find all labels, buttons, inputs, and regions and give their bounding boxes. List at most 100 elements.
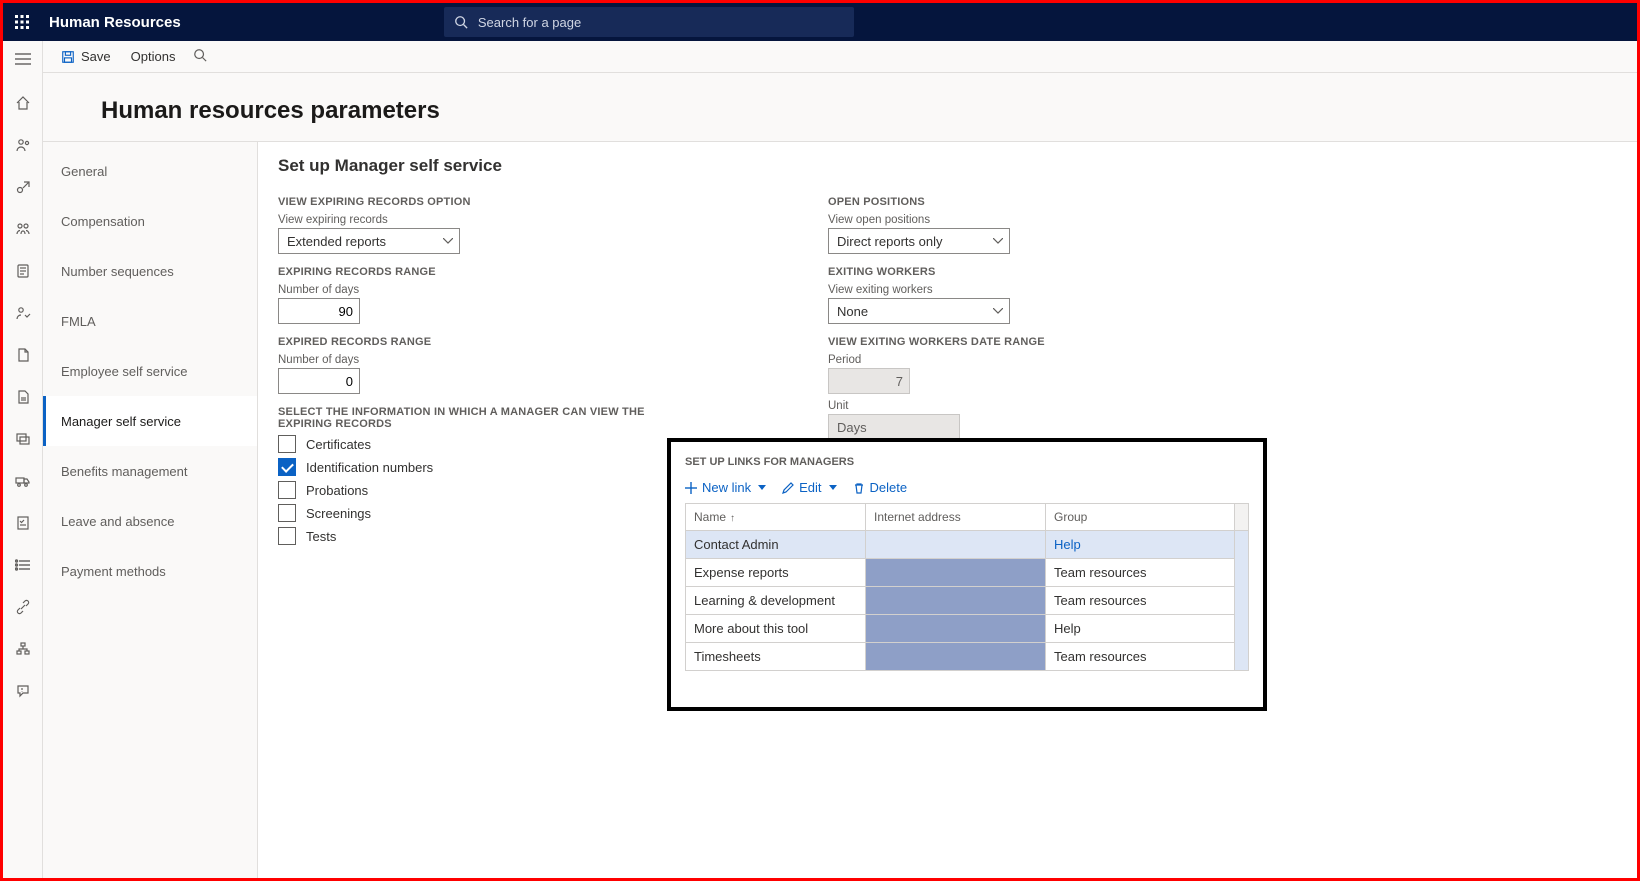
table-row[interactable]: Contact Admin Help: [686, 531, 1249, 559]
command-bar: Save Options: [43, 41, 1637, 73]
nav-checklist-icon[interactable]: [11, 511, 35, 535]
select-open-positions-value: Direct reports only: [837, 234, 942, 249]
nav-doc1-icon[interactable]: [11, 343, 35, 367]
section-expiring-range: EXPIRING RECORDS RANGE: [278, 266, 688, 278]
sidenav-manager-self-service[interactable]: Manager self service: [43, 396, 257, 446]
delete-link-label: Delete: [870, 480, 908, 495]
form-title: Set up Manager self service: [278, 156, 1617, 176]
section-view-expiring: VIEW EXPIRING RECORDS OPTION: [278, 196, 688, 208]
sidenav-employee-self-service[interactable]: Employee self service: [43, 346, 257, 396]
cell-address: [866, 559, 1046, 587]
table-row[interactable]: More about this tool Help: [686, 615, 1249, 643]
right-column: OPEN POSITIONS View open positions Direc…: [828, 190, 1045, 440]
nav-expand-button[interactable]: [11, 47, 35, 71]
select-open-positions[interactable]: Direct reports only: [828, 228, 1010, 254]
trash-icon: [853, 482, 865, 494]
col-internet-address[interactable]: Internet address: [866, 504, 1046, 531]
sidenav-number-sequences[interactable]: Number sequences: [43, 246, 257, 296]
nav-doc2-icon[interactable]: [11, 385, 35, 409]
links-for-managers-panel: SET UP LINKS FOR MANAGERS New link Edit: [667, 438, 1267, 711]
table-header-row: Name↑ Internet address Group: [686, 504, 1249, 531]
select-exiting-workers[interactable]: None: [828, 298, 1010, 324]
sidenav-fmla[interactable]: FMLA: [43, 296, 257, 346]
cell-group: Team resources: [1046, 587, 1235, 615]
input-expired-days[interactable]: [278, 368, 360, 394]
section-exiting-workers: EXITING WORKERS: [828, 266, 1045, 278]
new-link-label: New link: [702, 480, 751, 495]
nav-list-icon[interactable]: [11, 553, 35, 577]
options-button[interactable]: Options: [125, 45, 182, 68]
cell-name: More about this tool: [686, 615, 866, 643]
checkbox-probations[interactable]: [278, 481, 296, 499]
table-row[interactable]: Learning & development Team resources: [686, 587, 1249, 615]
cell-group: Team resources: [1046, 643, 1235, 671]
col-group[interactable]: Group: [1046, 504, 1235, 531]
checkbox-certificates-label: Certificates: [306, 437, 371, 452]
nav-org-icon[interactable]: [11, 637, 35, 661]
nav-person-manage-icon[interactable]: [11, 301, 35, 325]
nav-home-icon[interactable]: [11, 91, 35, 115]
checkbox-screenings-label: Screenings: [306, 506, 371, 521]
nav-truck-icon[interactable]: [11, 469, 35, 493]
input-expiring-days[interactable]: [278, 298, 360, 324]
nav-feedback-icon[interactable]: [11, 679, 35, 703]
pencil-icon: [782, 482, 794, 494]
select-view-expiring[interactable]: Extended reports: [278, 228, 460, 254]
table-row[interactable]: Timesheets Team resources: [686, 643, 1249, 671]
app-launcher-button[interactable]: [3, 3, 41, 41]
cell-group: Team resources: [1046, 559, 1235, 587]
sidenav-benefits-management[interactable]: Benefits management: [43, 446, 257, 496]
table-scroll-gutter[interactable]: [1235, 531, 1249, 671]
chevron-down-icon: [993, 308, 1003, 314]
cell-name: Contact Admin: [686, 531, 866, 559]
command-search-button[interactable]: [193, 48, 207, 65]
select-exiting-workers-value: None: [837, 304, 868, 319]
nav-cards-icon[interactable]: [11, 427, 35, 451]
checkbox-screenings[interactable]: [278, 504, 296, 522]
cell-address: [866, 643, 1046, 671]
checkbox-identification-numbers-label: Identification numbers: [306, 460, 433, 475]
global-search-input[interactable]: [476, 14, 844, 31]
chevron-down-icon: [993, 238, 1003, 244]
chevron-down-icon: [758, 485, 766, 490]
checkbox-tests[interactable]: [278, 527, 296, 545]
cell-name: Expense reports: [686, 559, 866, 587]
new-link-button[interactable]: New link: [685, 480, 766, 495]
sidenav-compensation[interactable]: Compensation: [43, 196, 257, 246]
sidenav-general[interactable]: General: [43, 146, 257, 196]
col-name[interactable]: Name↑: [686, 504, 866, 531]
cell-name: Timesheets: [686, 643, 866, 671]
nav-tasks-icon[interactable]: [11, 259, 35, 283]
nav-people-icon[interactable]: [11, 133, 35, 157]
left-column: VIEW EXPIRING RECORDS OPTION View expiri…: [278, 190, 688, 550]
select-view-expiring-value: Extended reports: [287, 234, 386, 249]
links-heading: SET UP LINKS FOR MANAGERS: [685, 456, 1249, 468]
nav-compensation-icon[interactable]: [11, 175, 35, 199]
nav-team-icon[interactable]: [11, 217, 35, 241]
edit-link-button[interactable]: Edit: [782, 480, 836, 495]
app-title: Human Resources: [49, 14, 181, 31]
delete-link-button[interactable]: Delete: [853, 480, 908, 495]
label-period: Period: [828, 354, 1045, 366]
label-expiring-days: Number of days: [278, 284, 688, 296]
sidenav-payment-methods[interactable]: Payment methods: [43, 546, 257, 596]
save-icon: [61, 50, 75, 64]
section-expired-range: EXPIRED RECORDS RANGE: [278, 336, 688, 348]
links-toolbar: New link Edit Delete: [685, 480, 1249, 495]
cell-group: Help: [1046, 531, 1235, 559]
sidenav-leave-and-absence[interactable]: Leave and absence: [43, 496, 257, 546]
links-table: Name↑ Internet address Group Contact Adm…: [685, 503, 1249, 671]
table-scroll-gutter: [1235, 504, 1249, 531]
save-label: Save: [81, 49, 111, 64]
checkbox-identification-numbers[interactable]: [278, 458, 296, 476]
section-open-positions: OPEN POSITIONS: [828, 196, 1045, 208]
label-view-expiring: View expiring records: [278, 214, 688, 226]
table-row[interactable]: Expense reports Team resources: [686, 559, 1249, 587]
nav-link-icon[interactable]: [11, 595, 35, 619]
cell-name: Learning & development: [686, 587, 866, 615]
save-button[interactable]: Save: [55, 45, 117, 68]
global-search[interactable]: [444, 7, 854, 37]
checkbox-probations-label: Probations: [306, 483, 368, 498]
cell-group: Help: [1046, 615, 1235, 643]
checkbox-certificates[interactable]: [278, 435, 296, 453]
